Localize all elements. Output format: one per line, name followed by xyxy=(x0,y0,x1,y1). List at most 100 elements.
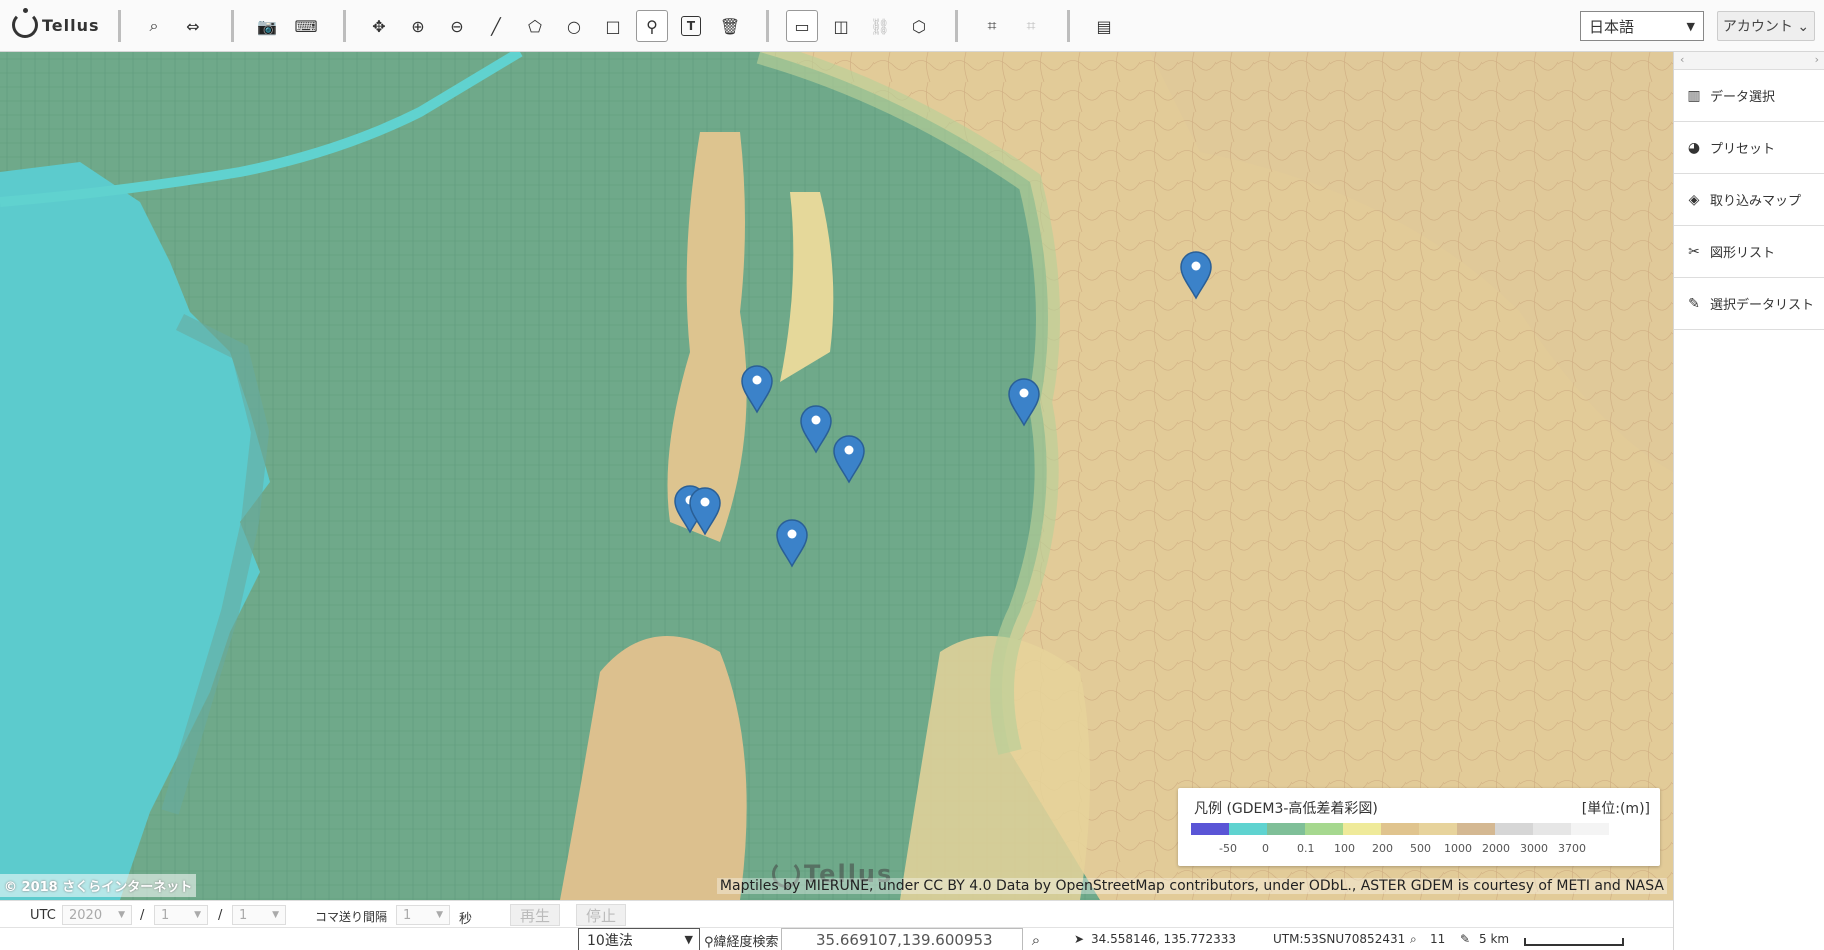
chevron-down-icon: ▼ xyxy=(118,910,125,920)
screenshot-button[interactable]: 📷 xyxy=(251,10,283,42)
coordinate-search-label: ⚲緯経度検索 xyxy=(704,935,779,950)
panel-item-label: 選択データリスト xyxy=(1710,298,1815,313)
legend-label: 2000 xyxy=(1482,842,1510,855)
move-icon: ✥ xyxy=(372,16,386,36)
legend-swatch xyxy=(1419,823,1457,835)
lasso-icon: ⬠ xyxy=(528,16,542,36)
coordinate-format-value: 10進法 xyxy=(587,932,633,949)
legend-label: -50 xyxy=(1219,842,1237,855)
map-marker[interactable] xyxy=(688,486,722,536)
chevron-down-icon: ▼ xyxy=(272,910,279,920)
document-icon: ▤ xyxy=(1096,16,1112,36)
interval-select[interactable]: 1 ▼ xyxy=(396,905,450,925)
main-toolbar: Tellus ⌕ ⇔ 📷 ⌨ ✥ ⊕ ⊖ ╱ ⬠ ○ □ ⚲ T 🗑 ▭ ◫ ⛓… xyxy=(0,0,1824,52)
line-icon: ╱ xyxy=(491,16,501,36)
draw-circle-button[interactable]: ○ xyxy=(558,10,590,42)
legend-label: 1000 xyxy=(1444,842,1472,855)
pin-icon: ✎ xyxy=(1688,295,1700,312)
square-icon: □ xyxy=(605,16,621,36)
panel-item-data-select[interactable]: ▥ データ選択 xyxy=(1674,70,1824,122)
cursor-icon: ➤ xyxy=(1074,932,1085,946)
panel-collapse-bar[interactable]: ‹ › xyxy=(1674,52,1824,70)
coordinate-input-value: 35.669107,139.600953 xyxy=(816,930,993,949)
pan-button[interactable]: ✥ xyxy=(363,10,395,42)
draw-line-button[interactable]: ╱ xyxy=(480,10,512,42)
cursor-coordinates: 34.558146, 135.772333 xyxy=(1091,932,1237,946)
legend-label: 100 xyxy=(1334,842,1355,855)
toolbar-divider xyxy=(766,10,769,42)
utm-coordinates: UTM:53SNU70852431 xyxy=(1273,932,1406,946)
time-control-bar: UTC 2020 ▼ / 1 ▼ / 1 ▼ コマ送り間隔 1 ▼ 秒 再生 停… xyxy=(0,900,1673,927)
search-button[interactable]: ⌕ xyxy=(138,10,170,42)
day-value: 1 xyxy=(239,907,248,923)
coordinate-search-button[interactable]: ⌕ xyxy=(1024,929,1048,950)
panel-item-imported-maps[interactable]: ◈ 取り込みマップ xyxy=(1674,174,1824,226)
chevron-down-icon: ▼ xyxy=(684,933,693,946)
month-value: 1 xyxy=(161,907,170,923)
tools-icon: ✂ xyxy=(1688,243,1700,260)
coordinate-format-select[interactable]: 10進法 ▼ xyxy=(578,928,700,950)
zoom-in-icon: ⊕ xyxy=(411,16,425,36)
map-marker[interactable] xyxy=(775,518,809,568)
map-book-icon: ▥ xyxy=(1687,87,1701,104)
chevron-right-icon[interactable]: › xyxy=(1815,53,1819,66)
split-view-button[interactable]: ◫ xyxy=(825,10,857,42)
zoom-in-button[interactable]: ⊕ xyxy=(402,10,434,42)
compare-button[interactable]: ⇔ xyxy=(177,10,209,42)
date-separator: / xyxy=(218,908,223,923)
scale-bar xyxy=(1524,938,1624,946)
year-select[interactable]: 2020 ▼ xyxy=(62,905,132,925)
map-attribution: Maptiles by MIERUNE, under CC BY 4.0 Dat… xyxy=(716,878,1667,894)
zoom-out-button[interactable]: ⊖ xyxy=(441,10,473,42)
draw-text-button[interactable]: T xyxy=(681,16,701,36)
keyboard-button[interactable]: ⌨ xyxy=(290,10,322,42)
crop-clear-button[interactable]: ⌗ xyxy=(1015,10,1047,42)
scale-label: 5 km xyxy=(1479,932,1510,946)
panel-item-label: データ選択 xyxy=(1710,90,1776,105)
account-button[interactable]: アカウント ⌄ xyxy=(1717,11,1815,41)
draw-marker-button[interactable]: ⚲ xyxy=(636,10,668,42)
map-view[interactable]: 凡例 (GDEM3-高低差着彩図) [単位:(m)] -50 0 0.1 100 xyxy=(0,52,1673,900)
panel-item-label: 図形リスト xyxy=(1710,246,1776,261)
frame-interval-label: コマ送り間隔 xyxy=(315,910,388,924)
cube-icon: ⬡ xyxy=(912,16,926,36)
legend-label: 3000 xyxy=(1520,842,1548,855)
map-marker[interactable] xyxy=(1179,250,1213,300)
interval-value: 1 xyxy=(403,907,412,923)
stop-button[interactable]: 停止 xyxy=(576,904,626,926)
draw-rectangle-button[interactable]: □ xyxy=(597,10,629,42)
link-view-button[interactable]: ⛓ xyxy=(864,10,896,42)
seconds-unit: 秒 xyxy=(459,912,473,927)
legend-swatch xyxy=(1533,823,1571,835)
map-marker[interactable] xyxy=(799,404,833,454)
tellus-logo[interactable]: Tellus xyxy=(12,8,100,38)
panel-item-shape-list[interactable]: ✂ 図形リスト xyxy=(1674,226,1824,278)
chevron-left-icon[interactable]: ‹ xyxy=(1680,53,1684,66)
map-marker[interactable] xyxy=(1007,377,1041,427)
language-select[interactable]: 日本語 ▼ xyxy=(1580,11,1704,41)
zoom-out-icon: ⊖ xyxy=(450,16,464,36)
panel-item-label: 取り込みマップ xyxy=(1710,194,1802,209)
coordinate-search-input[interactable]: 35.669107,139.600953 xyxy=(781,928,1023,950)
notes-button[interactable]: ▤ xyxy=(1088,10,1120,42)
3d-view-button[interactable]: ⬡ xyxy=(903,10,935,42)
window-icon: ▭ xyxy=(794,16,810,36)
toolbar-divider xyxy=(1067,10,1070,42)
single-view-button[interactable]: ▭ xyxy=(786,10,818,42)
play-button[interactable]: 再生 xyxy=(510,904,560,926)
toolbar-divider xyxy=(343,10,346,42)
crop-button[interactable]: ⌗ xyxy=(976,10,1008,42)
panel-item-selected-data-list[interactable]: ✎ 選択データリスト xyxy=(1674,278,1824,330)
map-marker[interactable] xyxy=(740,364,774,414)
draw-polygon-button[interactable]: ⬠ xyxy=(519,10,551,42)
panel-item-label: プリセット xyxy=(1710,142,1776,157)
legend-label: 0.1 xyxy=(1297,842,1315,855)
panel-item-preset[interactable]: ◕ プリセット xyxy=(1674,122,1824,174)
legend-swatch xyxy=(1267,823,1305,835)
map-marker[interactable] xyxy=(832,434,866,484)
day-select[interactable]: 1 ▼ xyxy=(232,905,286,925)
map-legend: 凡例 (GDEM3-高低差着彩図) [単位:(m)] -50 0 0.1 100 xyxy=(1178,788,1660,866)
delete-button[interactable]: 🗑 xyxy=(714,10,746,42)
month-select[interactable]: 1 ▼ xyxy=(154,905,208,925)
chevron-down-icon: ▼ xyxy=(436,910,443,920)
